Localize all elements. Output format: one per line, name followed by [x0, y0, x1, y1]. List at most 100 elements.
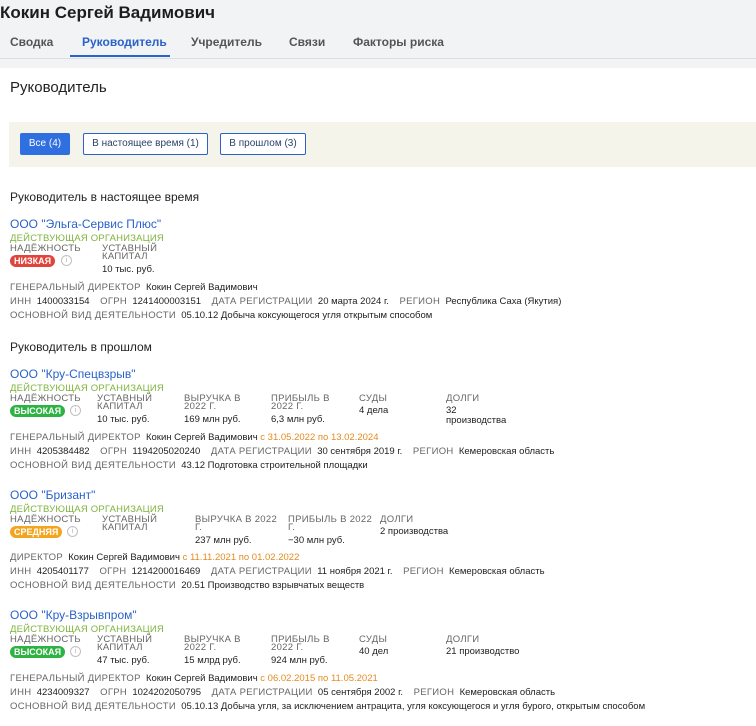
- role-label: ДИРЕКТОР: [10, 552, 63, 563]
- capital-label: УСТАВНЫЙ КАПИТАЛ: [102, 243, 158, 262]
- requisites-row: ИНН 4205401177 ОГРН 1214200016469 ДАТА Р…: [10, 566, 545, 577]
- region-label: РЕГИОН: [399, 296, 441, 307]
- inn-label: ИНН: [10, 296, 32, 307]
- reliability-label: НАДЁЖНОСТЬ: [10, 634, 81, 645]
- courts-value: 40 дел: [359, 646, 389, 657]
- activity-value: 43.12 Подготовка строительной площадки: [181, 460, 368, 471]
- debts-value: 21 производство: [446, 646, 520, 657]
- ogrn-label: ОГРН: [99, 566, 127, 577]
- director-row: ГЕНЕРАЛЬНЫЙ ДИРЕКТОР Кокин Сергей Вадимо…: [10, 673, 378, 684]
- revenue-label: ВЫРУЧКА В 2022 Г.: [195, 514, 278, 533]
- section-past-title: Руководитель в прошлом: [10, 340, 152, 354]
- revenue-value: 237 млн руб.: [195, 535, 252, 546]
- reg-date-label: ДАТА РЕГИСТРАЦИИ: [210, 566, 312, 577]
- revenue-label: ВЫРУЧКА В 2022 Г.: [184, 634, 241, 653]
- capital-value: 10 тыс. руб.: [102, 264, 155, 275]
- tab-founder[interactable]: Учредитель: [191, 35, 262, 49]
- reliability-badge: ВЫСОКАЯ: [10, 646, 66, 658]
- capital-value: 47 тыс. руб.: [97, 655, 150, 666]
- debts-label: ДОЛГИ: [446, 634, 480, 645]
- reliability-block: НАДЁЖНОСТЬ ВЫСОКАЯ i: [10, 634, 96, 658]
- profit-label: ПРИБЫЛЬ В 2022 Г.: [288, 514, 373, 533]
- reliability-label: НАДЁЖНОСТЬ: [10, 393, 81, 404]
- activity-row: ОСНОВНОЙ ВИД ДЕЯТЕЛЬНОСТИ 05.10.13 Добыч…: [10, 701, 645, 712]
- info-icon[interactable]: i: [61, 255, 72, 266]
- org-name-link[interactable]: ООО "Кру-Спецвзрыв": [10, 367, 136, 381]
- director-row: ГЕНЕРАЛЬНЫЙ ДИРЕКТОР Кокин Сергей Вадимо…: [10, 432, 379, 443]
- requisites-row: ИНН 4234009327 ОГРН 1024202050795 ДАТА Р…: [10, 687, 555, 698]
- activity-label: ОСНОВНОЙ ВИД ДЕЯТЕЛЬНОСТИ: [10, 310, 176, 321]
- reg-date-value: 20 марта 2024 г.: [317, 296, 389, 307]
- requisites-row: ИНН 4205384482 ОГРН 1194205020240 ДАТА Р…: [10, 446, 554, 457]
- activity-row: ОСНОВНОЙ ВИД ДЕЯТЕЛЬНОСТИ 05.10.12 Добыч…: [10, 310, 432, 321]
- ogrn-label: ОГРН: [100, 446, 128, 457]
- director-row: ГЕНЕРАЛЬНЫЙ ДИРЕКТОР Кокин Сергей Вадимо…: [10, 282, 258, 293]
- page-title: Кокин Сергей Вадимович: [0, 3, 216, 22]
- org-card: ООО "Кру-Спецвзрыв" ДЕЙСТВУЮЩАЯ ОРГАНИЗА…: [10, 367, 750, 477]
- info-icon[interactable]: i: [70, 646, 81, 657]
- filter-all-button[interactable]: Все (4): [20, 133, 70, 155]
- reg-date-value: 05 сентября 2002 г.: [317, 687, 404, 698]
- profit-block: ПРИБЫЛЬ В 2022 Г. 6,3 млн руб.: [271, 393, 351, 425]
- tab-risk-factors[interactable]: Факторы риска: [353, 35, 444, 49]
- requisites-row: ИНН 1400033154 ОГРН 1241400003151 ДАТА Р…: [10, 296, 561, 307]
- org-name-link[interactable]: ООО "Эльга-Сервис Плюс": [10, 217, 161, 231]
- activity-label: ОСНОВНОЙ ВИД ДЕЯТЕЛЬНОСТИ: [10, 460, 176, 471]
- inn-label: ИНН: [10, 566, 32, 577]
- profit-value: 6,3 млн руб.: [271, 414, 325, 425]
- debts-label: ДОЛГИ: [446, 393, 480, 404]
- activity-row: ОСНОВНОЙ ВИД ДЕЯТЕЛЬНОСТИ 20.51 Производ…: [10, 580, 364, 591]
- reliability-block: НАДЁЖНОСТЬ НИЗКАЯ i: [10, 244, 100, 267]
- region-value: Кемеровская область: [449, 566, 545, 577]
- filter-present-button[interactable]: В настоящее время (1): [83, 133, 208, 155]
- reliability-block: НАДЁЖНОСТЬ СРЕДНЯЯ i: [10, 514, 100, 538]
- region-value: Республика Саха (Якутия): [445, 296, 562, 307]
- filter-past-button[interactable]: В прошлом (3): [220, 133, 306, 155]
- reliability-label: НАДЁЖНОСТЬ: [10, 514, 81, 525]
- org-name-link[interactable]: ООО "Бризант": [10, 488, 95, 502]
- courts-value: 4 дела: [359, 405, 389, 416]
- region-label: РЕГИОН: [413, 687, 455, 698]
- reliability-badge: ВЫСОКАЯ: [10, 405, 66, 417]
- revenue-value: 169 млн руб.: [184, 414, 241, 425]
- courts-block: СУДЫ 40 дел: [359, 635, 439, 657]
- tab-director[interactable]: Руководитель: [82, 35, 167, 49]
- director-name: Кокин Сергей Вадимович: [145, 673, 258, 684]
- org-name-link[interactable]: ООО "Кру-Взрывпром": [10, 608, 137, 622]
- reg-date-value: 11 ноября 2021 г.: [317, 566, 393, 577]
- section-present-title: Руководитель в настоящее время: [10, 190, 200, 204]
- info-icon[interactable]: i: [67, 526, 78, 537]
- reg-date-value: 30 сентября 2019 г.: [317, 446, 403, 457]
- inn-label: ИНН: [10, 687, 32, 698]
- activity-row: ОСНОВНОЙ ВИД ДЕЯТЕЛЬНОСТИ 43.12 Подготов…: [10, 460, 368, 471]
- reliability-block: НАДЁЖНОСТЬ ВЫСОКАЯ i: [10, 393, 96, 417]
- capital-label: УСТАВНЫЙ КАПИТАЛ: [97, 634, 153, 653]
- capital-block: УСТАВНЫЙ КАПИТАЛ 47 тыс. руб.: [97, 634, 177, 666]
- tab-links[interactable]: Связи: [289, 35, 325, 49]
- profit-value: 924 млн руб.: [271, 655, 328, 666]
- activity-value: 05.10.12 Добыча коксующегося угля открыт…: [181, 310, 433, 321]
- role-label: ГЕНЕРАЛЬНЫЙ ДИРЕКТОР: [10, 282, 141, 293]
- reliability-badge: НИЗКАЯ: [10, 255, 56, 267]
- revenue-value: 15 млрд руб.: [184, 655, 241, 666]
- activity-value: 05.10.13 Добыча угля, за исключением ант…: [181, 701, 646, 712]
- director-name: Кокин Сергей Вадимович: [145, 432, 258, 443]
- inn-label: ИНН: [10, 446, 32, 457]
- inn-value: 4205384482: [36, 446, 90, 457]
- role-label: ГЕНЕРАЛЬНЫЙ ДИРЕКТОР: [10, 673, 141, 684]
- active-tab-indicator: [70, 55, 170, 57]
- filter-bar: Все (4) В настоящее время (1) В прошлом …: [9, 122, 756, 167]
- reliability-badge: СРЕДНЯЯ: [10, 526, 63, 538]
- info-icon[interactable]: i: [70, 405, 81, 416]
- debts-block: ДОЛГИ 32 производства: [446, 393, 526, 426]
- director-name: Кокин Сергей Вадимович: [145, 282, 258, 293]
- region-label: РЕГИОН: [412, 446, 454, 457]
- role-label: ГЕНЕРАЛЬНЫЙ ДИРЕКТОР: [10, 432, 141, 443]
- profit-label: ПРИБЫЛЬ В 2022 Г.: [271, 393, 330, 412]
- inn-value: 4234009327: [36, 687, 90, 698]
- director-row: ДИРЕКТОР Кокин Сергей Вадимович с 11.11.…: [10, 552, 299, 563]
- profit-block: ПРИБЫЛЬ В 2022 Г. −30 млн руб.: [288, 514, 378, 546]
- tab-summary[interactable]: Сводка: [10, 35, 53, 49]
- revenue-block: ВЫРУЧКА В 2022 Г. 15 млрд руб.: [184, 634, 264, 666]
- ogrn-label: ОГРН: [100, 687, 128, 698]
